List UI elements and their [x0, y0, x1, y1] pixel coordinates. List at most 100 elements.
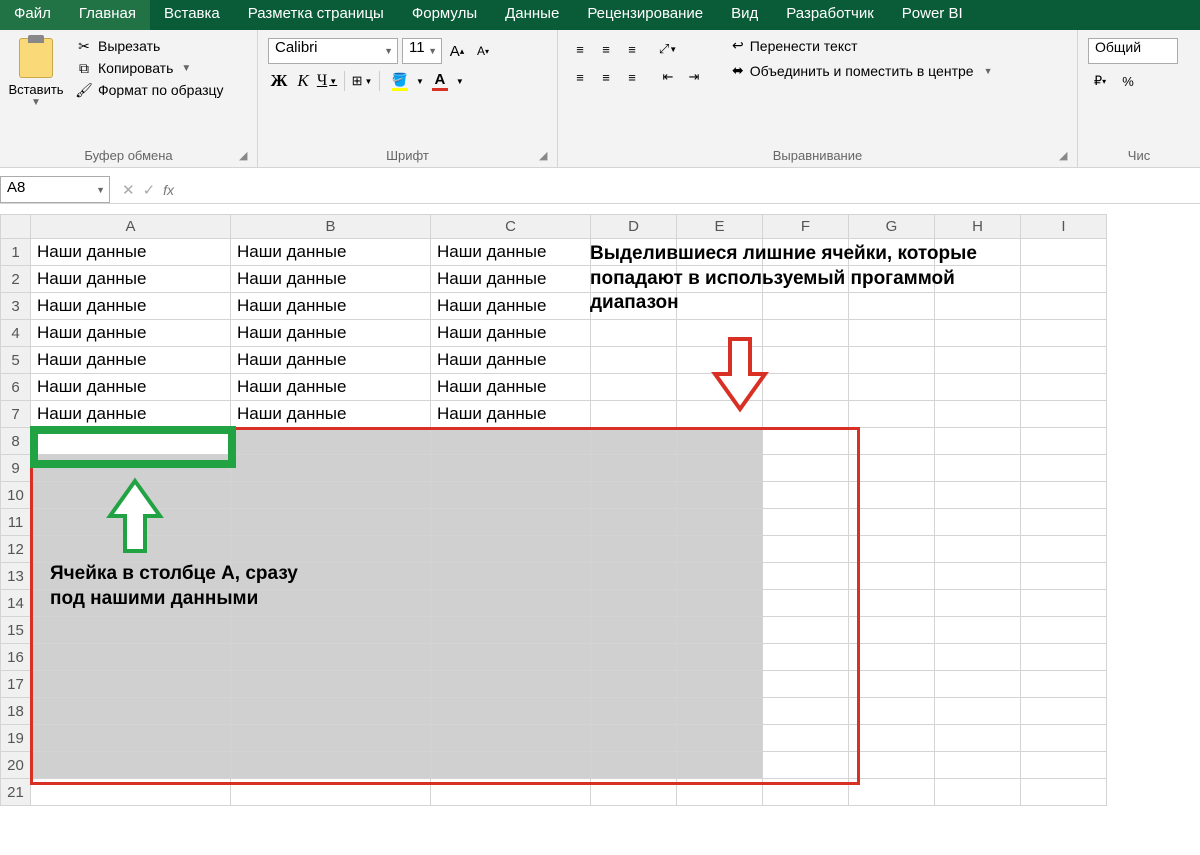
cell-G3[interactable]: [849, 293, 935, 320]
tab-data[interactable]: Данные: [491, 0, 573, 30]
formula-input[interactable]: [186, 176, 1200, 203]
cell-E1[interactable]: [677, 239, 763, 266]
row-header-3[interactable]: 3: [1, 293, 31, 320]
tab-view[interactable]: Вид: [717, 0, 772, 30]
cell-G1[interactable]: [849, 239, 935, 266]
cell-E21[interactable]: [677, 779, 763, 806]
merge-center-button[interactable]: ⬌ Объединить и поместить в центре ▼: [726, 59, 998, 82]
cell-C19[interactable]: [431, 725, 591, 752]
cell-H19[interactable]: [935, 725, 1021, 752]
cell-F8[interactable]: [763, 428, 849, 455]
column-header-B[interactable]: B: [231, 215, 431, 239]
cell-I4[interactable]: [1021, 320, 1107, 347]
cell-F15[interactable]: [763, 617, 849, 644]
cell-G11[interactable]: [849, 509, 935, 536]
row-header-4[interactable]: 4: [1, 320, 31, 347]
cell-C2[interactable]: Наши данные: [431, 266, 591, 293]
cell-B15[interactable]: [231, 617, 431, 644]
cell-B8[interactable]: [231, 428, 431, 455]
cell-H8[interactable]: [935, 428, 1021, 455]
cell-D6[interactable]: [591, 374, 677, 401]
cell-E17[interactable]: [677, 671, 763, 698]
cell-F18[interactable]: [763, 698, 849, 725]
row-header-8[interactable]: 8: [1, 428, 31, 455]
tab-powerbi[interactable]: Power BI: [888, 0, 977, 30]
wrap-text-button[interactable]: ↩ Перенести текст: [726, 34, 998, 57]
row-header-7[interactable]: 7: [1, 401, 31, 428]
cell-I19[interactable]: [1021, 725, 1107, 752]
cell-G17[interactable]: [849, 671, 935, 698]
cell-A3[interactable]: Наши данные: [31, 293, 231, 320]
column-header-E[interactable]: E: [677, 215, 763, 239]
cell-H5[interactable]: [935, 347, 1021, 374]
cell-C8[interactable]: [431, 428, 591, 455]
cell-D12[interactable]: [591, 536, 677, 563]
cell-I8[interactable]: [1021, 428, 1107, 455]
cell-H3[interactable]: [935, 293, 1021, 320]
cell-B4[interactable]: Наши данные: [231, 320, 431, 347]
cell-H12[interactable]: [935, 536, 1021, 563]
column-header-D[interactable]: D: [591, 215, 677, 239]
cell-E12[interactable]: [677, 536, 763, 563]
cell-D14[interactable]: [591, 590, 677, 617]
row-header-20[interactable]: 20: [1, 752, 31, 779]
cell-F17[interactable]: [763, 671, 849, 698]
cell-A12[interactable]: [31, 536, 231, 563]
cell-A19[interactable]: [31, 725, 231, 752]
cell-D15[interactable]: [591, 617, 677, 644]
align-top-button[interactable]: ≡: [568, 38, 592, 60]
row-header-13[interactable]: 13: [1, 563, 31, 590]
font-color-button[interactable]: A: [426, 70, 454, 92]
cell-F10[interactable]: [763, 482, 849, 509]
cell-D1[interactable]: [591, 239, 677, 266]
decrease-indent-button[interactable]: ⇤: [656, 66, 680, 88]
column-header-I[interactable]: I: [1021, 215, 1107, 239]
underline-button[interactable]: Ч ▼: [316, 70, 338, 92]
dialog-launcher-clipboard[interactable]: ◢: [239, 149, 253, 163]
dialog-launcher-alignment[interactable]: ◢: [1059, 149, 1073, 163]
cell-B7[interactable]: Наши данные: [231, 401, 431, 428]
cell-G6[interactable]: [849, 374, 935, 401]
cell-G10[interactable]: [849, 482, 935, 509]
cell-F12[interactable]: [763, 536, 849, 563]
tab-formulas[interactable]: Формулы: [398, 0, 491, 30]
align-left-button[interactable]: ≡: [568, 66, 592, 88]
cell-C10[interactable]: [431, 482, 591, 509]
cell-G5[interactable]: [849, 347, 935, 374]
column-header-F[interactable]: F: [763, 215, 849, 239]
font-size-combo[interactable]: 11 ▼: [402, 38, 442, 64]
cell-H14[interactable]: [935, 590, 1021, 617]
cell-B12[interactable]: [231, 536, 431, 563]
cell-B10[interactable]: [231, 482, 431, 509]
cell-E19[interactable]: [677, 725, 763, 752]
cell-C4[interactable]: Наши данные: [431, 320, 591, 347]
dialog-launcher-font[interactable]: ◢: [539, 149, 553, 163]
cell-E10[interactable]: [677, 482, 763, 509]
cell-G20[interactable]: [849, 752, 935, 779]
cell-B5[interactable]: Наши данные: [231, 347, 431, 374]
decrease-font-button[interactable]: A▾: [472, 40, 494, 62]
cell-F3[interactable]: [763, 293, 849, 320]
cell-G15[interactable]: [849, 617, 935, 644]
cell-B2[interactable]: Наши данные: [231, 266, 431, 293]
tab-pagelayout[interactable]: Разметка страницы: [234, 0, 398, 30]
cell-E7[interactable]: [677, 401, 763, 428]
cell-I9[interactable]: [1021, 455, 1107, 482]
cell-F5[interactable]: [763, 347, 849, 374]
align-center-button[interactable]: ≡: [594, 66, 618, 88]
cell-H13[interactable]: [935, 563, 1021, 590]
cell-C20[interactable]: [431, 752, 591, 779]
currency-button[interactable]: ₽▾: [1088, 70, 1112, 92]
cell-I1[interactable]: [1021, 239, 1107, 266]
cut-button[interactable]: ✂ Вырезать: [72, 36, 228, 56]
font-name-combo[interactable]: Calibri ▼: [268, 38, 398, 64]
cell-C18[interactable]: [431, 698, 591, 725]
cell-A8[interactable]: [31, 428, 231, 455]
borders-button[interactable]: ⊞ ▼: [351, 70, 373, 92]
cell-I12[interactable]: [1021, 536, 1107, 563]
cell-F21[interactable]: [763, 779, 849, 806]
cell-H4[interactable]: [935, 320, 1021, 347]
cell-E2[interactable]: [677, 266, 763, 293]
name-box[interactable]: A8 ▼: [0, 176, 110, 203]
cancel-formula-button[interactable]: ✕: [122, 181, 135, 199]
